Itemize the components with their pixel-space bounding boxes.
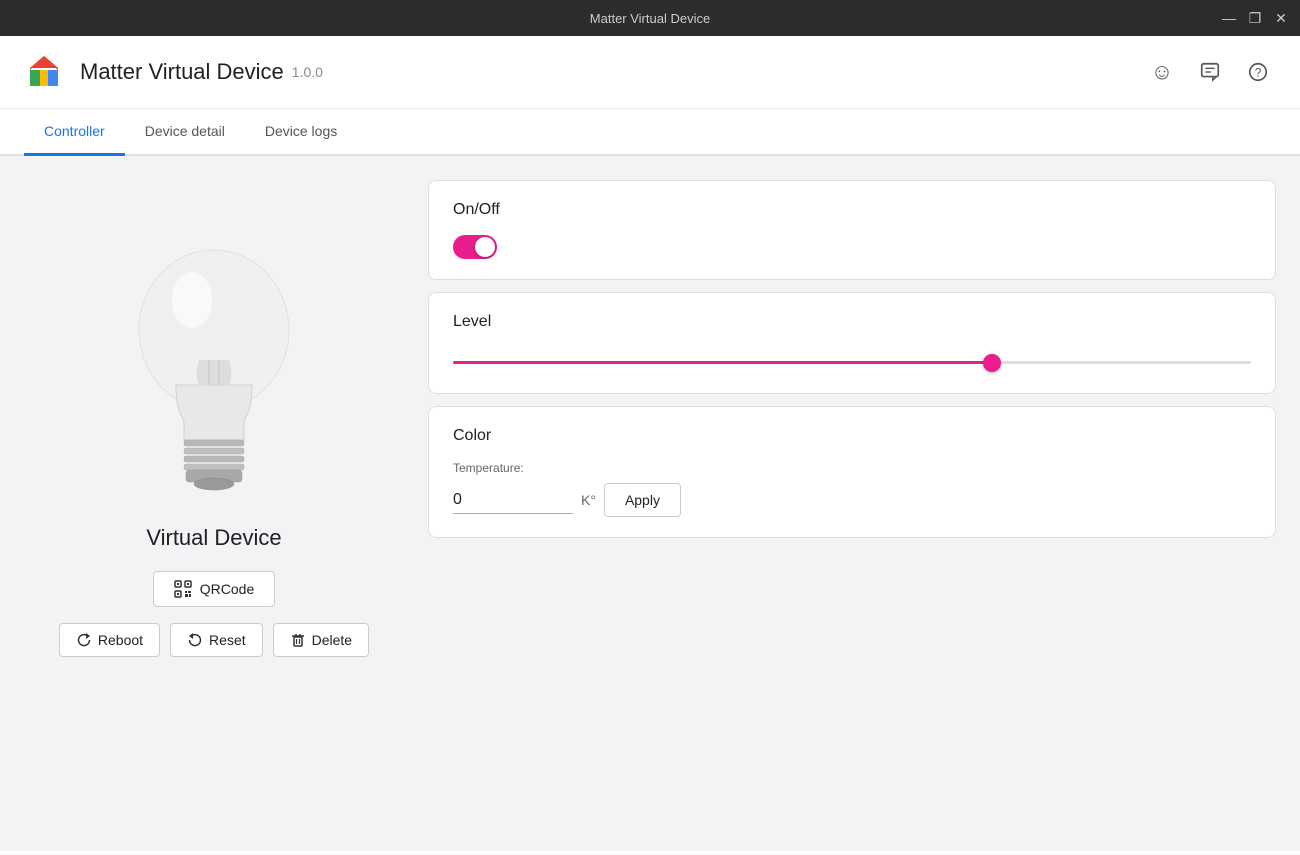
onoff-card: On/Off xyxy=(428,180,1276,280)
help-icon: ? xyxy=(1247,61,1269,83)
main-content: Virtual Device QRCode xyxy=(0,156,1300,851)
level-label: Level xyxy=(453,313,1251,331)
svg-text:?: ? xyxy=(1255,66,1262,80)
delete-label: Delete xyxy=(312,632,352,648)
temp-unit: K° xyxy=(581,492,596,508)
temperature-row: K° Apply xyxy=(453,483,1251,517)
titlebar-title: Matter Virtual Device xyxy=(590,11,710,26)
temperature-input[interactable] xyxy=(453,487,573,514)
emoji-button[interactable]: ☺ xyxy=(1144,54,1180,90)
header-icons: ☺ ? xyxy=(1144,54,1276,90)
app-title: Matter Virtual Device xyxy=(80,59,284,85)
bulb-image xyxy=(104,220,324,505)
titlebar: Matter Virtual Device — ❐ ✕ xyxy=(0,0,1300,36)
delete-button[interactable]: Delete xyxy=(273,623,369,657)
close-button[interactable]: ✕ xyxy=(1272,9,1290,27)
color-label: Color xyxy=(453,427,1251,445)
tab-controller[interactable]: Controller xyxy=(24,109,125,156)
toggle-track xyxy=(453,235,497,259)
reboot-button[interactable]: Reboot xyxy=(59,623,160,657)
reset-label: Reset xyxy=(209,632,246,648)
delete-icon xyxy=(290,632,306,648)
device-name: Virtual Device xyxy=(146,525,281,551)
color-card: Color Temperature: K° Apply xyxy=(428,406,1276,538)
minimize-button[interactable]: — xyxy=(1220,9,1238,27)
bulb-svg xyxy=(104,220,324,500)
level-slider[interactable] xyxy=(453,361,1251,364)
reboot-icon xyxy=(76,632,92,648)
restore-button[interactable]: ❐ xyxy=(1246,9,1264,27)
app-version: 1.0.0 xyxy=(292,64,323,80)
controls-panel: On/Off Level Color Temperature: xyxy=(428,180,1276,827)
qrcode-button[interactable]: QRCode xyxy=(153,571,275,607)
tab-device-detail[interactable]: Device detail xyxy=(125,109,245,156)
slider-container xyxy=(453,347,1251,373)
toggle-container xyxy=(453,235,1251,259)
tabs-container: Controller Device detail Device logs xyxy=(0,109,1300,156)
action-buttons: Reboot Reset Delete xyxy=(59,623,369,657)
app-logo xyxy=(24,52,64,92)
apply-button[interactable]: Apply xyxy=(604,483,681,517)
level-card: Level xyxy=(428,292,1276,394)
tab-device-logs[interactable]: Device logs xyxy=(245,109,357,156)
qrcode-icon xyxy=(174,580,192,598)
onoff-toggle[interactable] xyxy=(453,235,497,259)
device-panel: Virtual Device QRCode xyxy=(24,180,404,827)
feedback-button[interactable] xyxy=(1192,54,1228,90)
temp-label: Temperature: xyxy=(453,461,1251,475)
qrcode-label: QRCode xyxy=(200,581,254,597)
reboot-label: Reboot xyxy=(98,632,143,648)
toggle-thumb xyxy=(475,237,495,257)
feedback-icon xyxy=(1199,61,1221,83)
reset-icon xyxy=(187,632,203,648)
help-button[interactable]: ? xyxy=(1240,54,1276,90)
reset-button[interactable]: Reset xyxy=(170,623,263,657)
header: Matter Virtual Device 1.0.0 ☺ ? xyxy=(0,36,1300,109)
onoff-label: On/Off xyxy=(453,201,1251,219)
titlebar-controls: — ❐ ✕ xyxy=(1220,9,1290,27)
